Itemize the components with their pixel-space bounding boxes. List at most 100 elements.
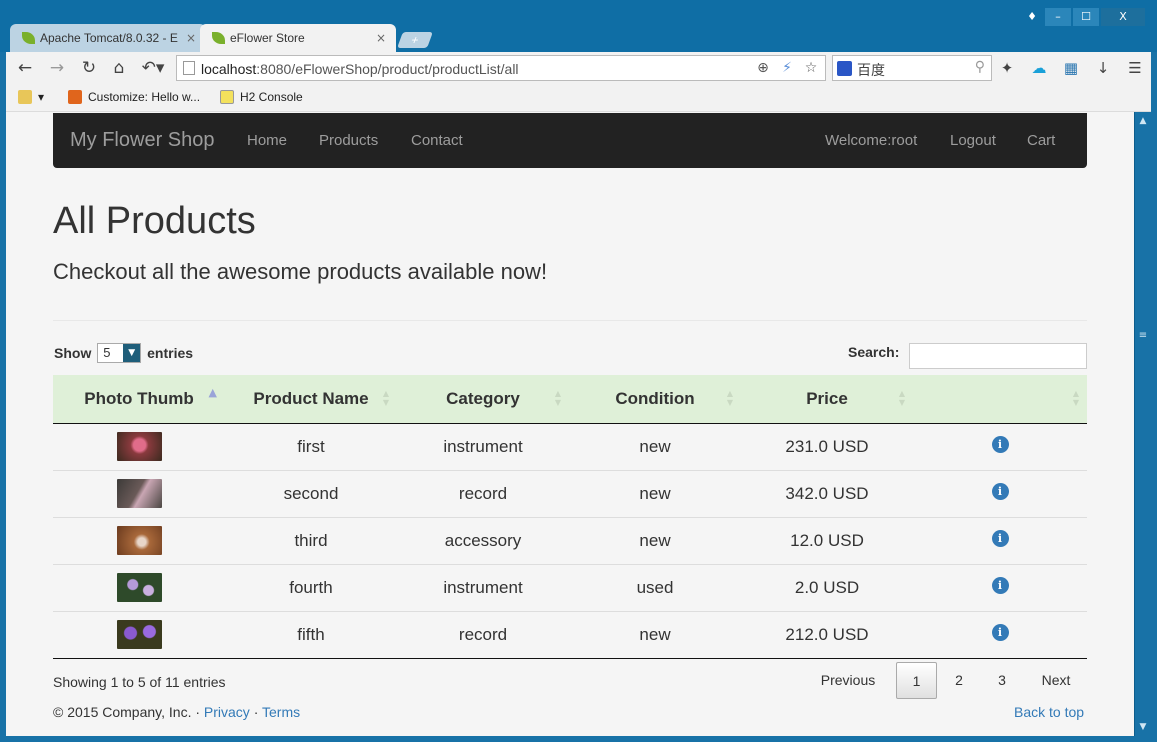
details-cell: i xyxy=(913,563,1087,611)
back-arrow-icon[interactable]: ← xyxy=(14,57,36,79)
scroll-up-icon[interactable]: ▲ xyxy=(1137,114,1149,128)
nav-contact-link[interactable]: Contact xyxy=(411,132,463,149)
address-bar[interactable]: localhost:8080/eFlowerShop/product/produ… xyxy=(176,55,826,81)
bookmark-customize[interactable]: Customize: Hello w... xyxy=(68,90,200,104)
product-thumbnail[interactable] xyxy=(116,479,162,508)
table-info: Showing 1 to 5 of 11 entries xyxy=(53,674,226,690)
product-name-cell: fourth xyxy=(225,563,397,611)
menu-icon[interactable]: ☰ xyxy=(1124,57,1146,79)
zoom-icon[interactable]: ⊕ xyxy=(753,58,773,78)
search-icon[interactable]: ⚲ xyxy=(975,59,985,75)
terms-link[interactable]: Terms xyxy=(262,704,300,720)
bookmark-label: H2 Console xyxy=(240,90,303,104)
details-cell: i xyxy=(913,422,1087,470)
nav-products-link[interactable]: Products xyxy=(319,132,378,149)
tab-close-icon[interactable]: × xyxy=(376,24,386,52)
chevron-down-icon[interactable]: ▼ xyxy=(123,344,141,362)
baidu-icon xyxy=(837,61,852,76)
tab-title: eFlower Store xyxy=(230,31,305,45)
photo-cell xyxy=(53,516,225,564)
spring-leaf-icon xyxy=(212,32,225,44)
url-path: :8080/eFlowerShop/product/productList/al… xyxy=(256,61,519,77)
title-bar: ♦ – ☐ X Apache Tomcat/8.0.32 - E × eFlow… xyxy=(0,0,1157,52)
tab-eflower-store[interactable]: eFlower Store × xyxy=(200,24,396,52)
calendar-icon[interactable]: ▦ xyxy=(1060,57,1082,79)
puzzle-icon[interactable]: ✦ xyxy=(996,57,1018,79)
table-row: fourth instrument used 2.0 USD i xyxy=(53,563,1087,611)
maximize-button[interactable]: ☐ xyxy=(1073,8,1099,26)
page-length-control: Show 5 ▼ entries xyxy=(54,343,193,363)
sort-both-icon: ▲ ▼ xyxy=(1072,389,1079,407)
minimize-button[interactable]: – xyxy=(1045,8,1071,26)
undo-dropdown-icon[interactable]: ↶▾ xyxy=(138,57,168,79)
photo-cell xyxy=(53,563,225,611)
info-icon[interactable]: i xyxy=(991,530,1009,547)
product-thumbnail[interactable] xyxy=(116,620,162,649)
vertical-scrollbar[interactable]: ▲ ≡ ▼ xyxy=(1134,112,1151,736)
condition-cell: new xyxy=(569,516,741,564)
bookmark-h2-console[interactable]: H2 Console xyxy=(220,90,303,104)
close-window-button[interactable]: X xyxy=(1101,8,1145,26)
column-header-photo-thumb[interactable]: Photo Thumb ▲ xyxy=(53,375,225,424)
product-thumbnail[interactable] xyxy=(116,432,162,461)
column-header-product-name[interactable]: Product Name ▲ ▼ xyxy=(225,375,397,424)
page-length-select[interactable]: 5 ▼ xyxy=(97,343,142,363)
previous-page-button[interactable]: Previous xyxy=(811,662,885,699)
info-icon[interactable]: i xyxy=(991,577,1009,594)
page-button-3[interactable]: 3 xyxy=(987,662,1017,699)
column-header-actions[interactable]: ▲ ▼ xyxy=(913,375,1087,424)
product-thumbnail[interactable] xyxy=(116,526,162,555)
welcome-user-link[interactable]: Welcome:root xyxy=(825,132,917,149)
brand-link[interactable]: My Flower Shop xyxy=(70,129,215,152)
scroll-thumb[interactable]: ≡ xyxy=(1137,330,1149,342)
sort-both-icon: ▲ ▼ xyxy=(382,389,389,407)
search-engine-box[interactable]: 百度 ⚲ xyxy=(832,55,992,81)
lightning-icon[interactable]: ⚡ xyxy=(777,58,797,78)
home-icon[interactable]: ⌂ xyxy=(108,57,130,79)
product-name-cell: fifth xyxy=(225,610,397,659)
column-header-condition[interactable]: Condition ▲ ▼ xyxy=(569,375,741,424)
scroll-down-icon[interactable]: ▼ xyxy=(1137,720,1149,734)
column-label: Photo Thumb xyxy=(84,388,194,408)
new-tab-button[interactable]: + xyxy=(397,32,433,48)
price-cell: 12.0 USD xyxy=(741,516,913,564)
reload-icon[interactable]: ↻ xyxy=(78,57,100,79)
table-search-input[interactable] xyxy=(909,343,1087,369)
theme-icon[interactable]: ♦ xyxy=(1021,8,1043,26)
column-header-price[interactable]: Price ▲ ▼ xyxy=(741,375,913,424)
price-cell: 342.0 USD xyxy=(741,469,913,517)
nav-home-link[interactable]: Home xyxy=(247,132,287,149)
info-icon[interactable]: i xyxy=(991,483,1009,500)
bookmark-star-icon[interactable]: ☆ xyxy=(801,58,821,78)
privacy-link[interactable]: Privacy xyxy=(204,704,250,720)
category-cell: instrument xyxy=(397,422,569,470)
forward-arrow-icon[interactable]: → xyxy=(46,57,68,79)
product-thumbnail[interactable] xyxy=(116,573,162,602)
product-name-cell: second xyxy=(225,469,397,517)
download-icon[interactable]: ↓ xyxy=(1092,57,1114,79)
category-cell: record xyxy=(397,469,569,517)
page-length-value: 5 xyxy=(103,345,111,360)
divider xyxy=(53,320,1087,321)
logout-link[interactable]: Logout xyxy=(950,132,996,149)
next-page-button[interactable]: Next xyxy=(1031,662,1081,699)
page-button-2[interactable]: 2 xyxy=(944,662,974,699)
category-cell: instrument xyxy=(397,563,569,611)
page-subtitle: Checkout all the awesome products availa… xyxy=(53,259,548,284)
column-header-category[interactable]: Category ▲ ▼ xyxy=(397,375,569,424)
info-icon[interactable]: i xyxy=(991,624,1009,641)
tab-tomcat[interactable]: Apache Tomcat/8.0.32 - E × xyxy=(10,24,206,52)
info-icon[interactable]: i xyxy=(991,436,1009,453)
column-label: Condition xyxy=(615,388,695,408)
bookmarks-folder-icon[interactable]: ▾ xyxy=(18,90,44,104)
back-to-top-link[interactable]: Back to top xyxy=(1014,704,1084,720)
cart-link[interactable]: Cart xyxy=(1027,132,1055,149)
tab-close-icon[interactable]: × xyxy=(186,24,196,52)
entries-label: entries xyxy=(147,345,194,361)
window-controls: ♦ – ☐ X xyxy=(1021,8,1145,26)
details-cell: i xyxy=(913,469,1087,517)
page-button-1[interactable]: 1 xyxy=(896,662,937,699)
folder-icon xyxy=(18,90,32,104)
weather-icon[interactable]: ☁ xyxy=(1028,57,1050,79)
extension-icons: ✦ ☁ ▦ ↓ ☰ xyxy=(996,57,1146,79)
